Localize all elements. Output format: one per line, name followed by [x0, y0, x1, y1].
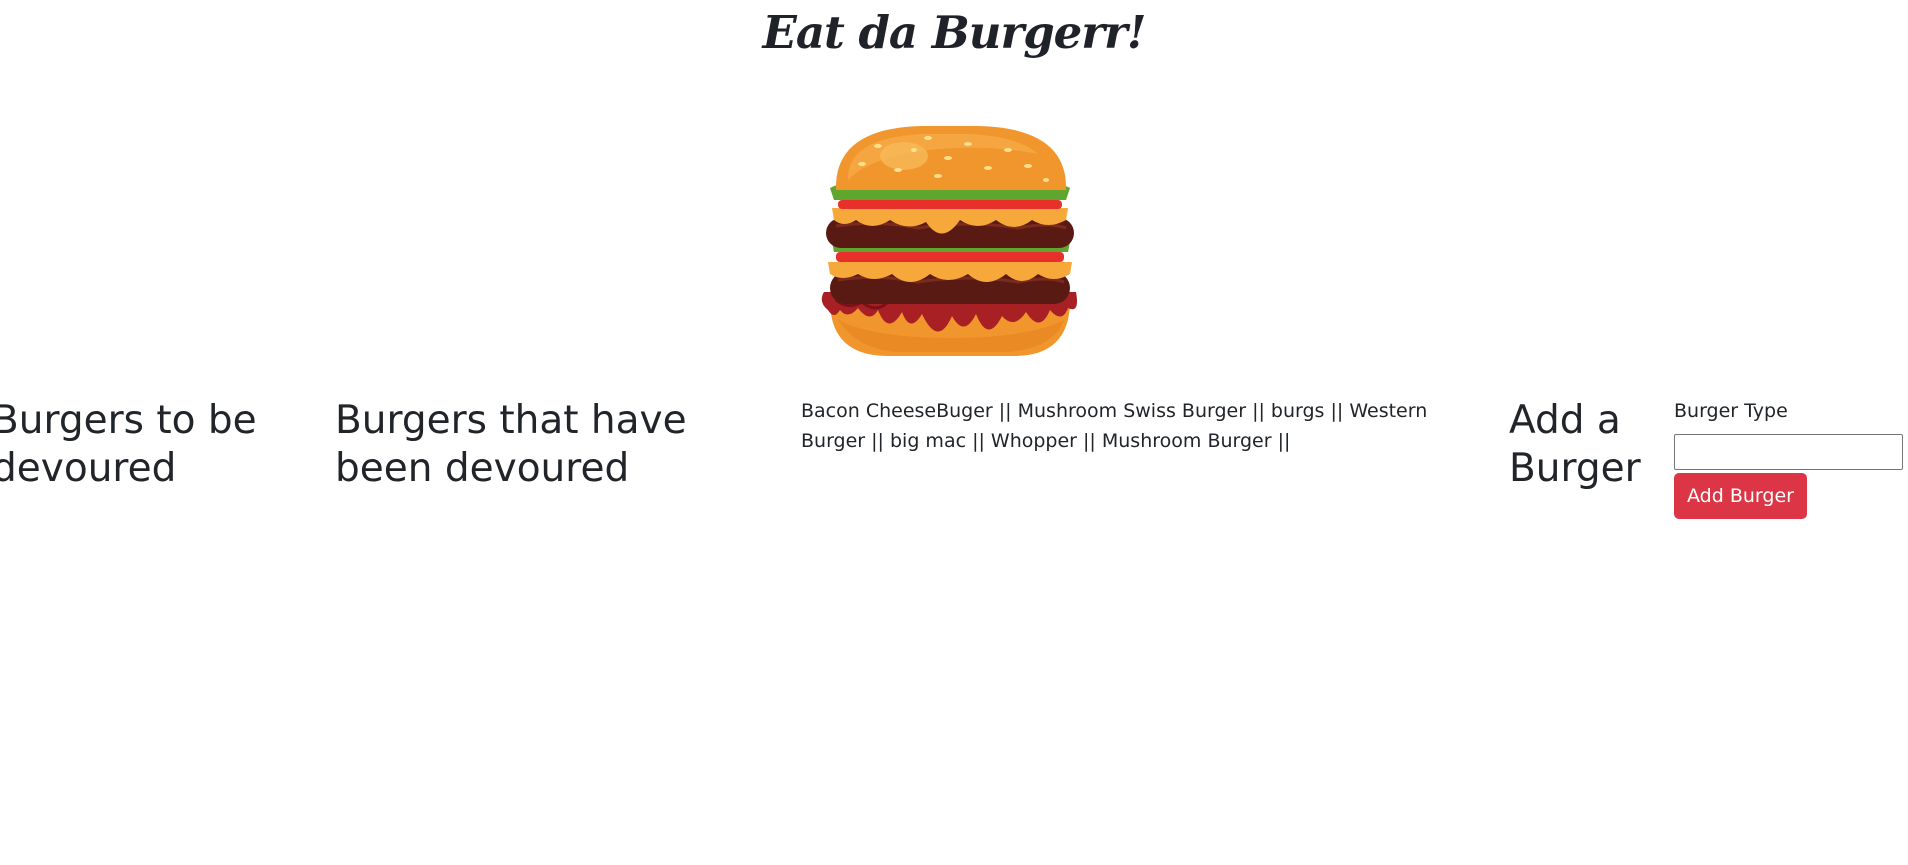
to-be-devoured-heading: Burgers to be devoured — [0, 398, 257, 491]
page-title: Eat da Burgerr! — [762, 6, 1147, 59]
page: Eat da Burgerr! Burgers to be devoured B… — [0, 0, 1908, 865]
burger-type-label: Burger Type — [1674, 400, 1788, 422]
burger-type-input[interactable] — [1674, 434, 1903, 470]
add-burger-heading: Add a Burger — [1509, 398, 1641, 491]
add-burger-button[interactable]: Add Burger — [1674, 473, 1807, 519]
burger-list: Bacon CheeseBuger || Mushroom Swiss Burg… — [801, 400, 1428, 452]
devoured-heading: Burgers that have been devoured — [335, 398, 687, 491]
burger-image — [821, 126, 1077, 356]
